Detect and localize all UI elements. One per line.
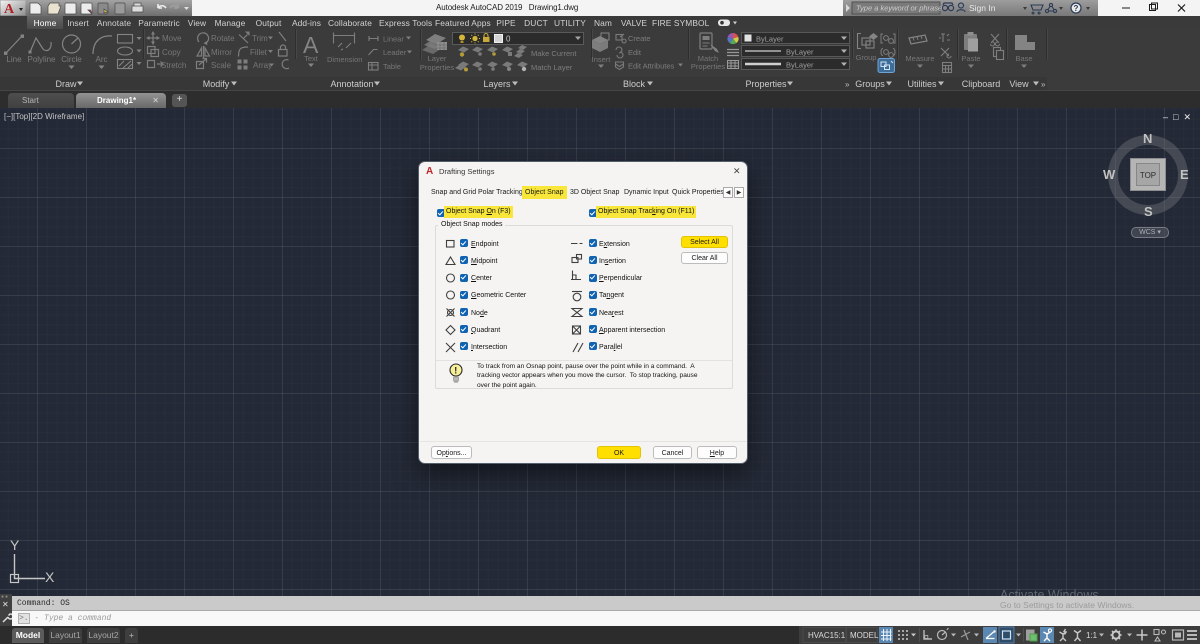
svg-text:Layers: Layers [483, 79, 511, 89]
svg-text:Polyline: Polyline [27, 55, 56, 64]
svg-text:Create: Create [628, 34, 651, 43]
svg-text:Layer: Layer [428, 54, 447, 63]
svg-text:!: ! [454, 366, 457, 376]
svg-text:Properties: Properties [691, 62, 725, 71]
svg-text:Mirror: Mirror [211, 48, 232, 57]
svg-text:Paste: Paste [961, 54, 980, 63]
svg-text:1:1: 1:1 [1086, 631, 1098, 640]
svg-text:Circle: Circle [61, 55, 82, 64]
svg-text:Edit Attributes: Edit Attributes [628, 62, 675, 71]
svg-text:0: 0 [506, 35, 511, 44]
svg-text:Dimension: Dimension [327, 55, 362, 64]
svg-text:Clipboard: Clipboard [962, 79, 1001, 89]
svg-text:Properties: Properties [420, 63, 454, 72]
svg-text:A: A [4, 2, 15, 16]
svg-text:Rotate: Rotate [211, 34, 235, 43]
svg-text:Text: Text [304, 54, 319, 63]
svg-text:Modify: Modify [203, 79, 230, 89]
svg-text:Block: Block [623, 79, 646, 89]
svg-text:Group: Group [856, 53, 877, 62]
svg-text:Properties: Properties [745, 79, 787, 89]
svg-text:Line: Line [6, 55, 22, 64]
svg-text:Move: Move [162, 34, 182, 43]
svg-text:Draw: Draw [55, 79, 77, 89]
svg-text:Make Current: Make Current [531, 49, 577, 58]
svg-text:?: ? [1074, 4, 1079, 13]
svg-text:View: View [1009, 79, 1029, 89]
svg-text:Trim: Trim [252, 34, 268, 43]
svg-text:Measure: Measure [905, 54, 934, 63]
svg-text:X: X [45, 569, 55, 585]
svg-text:Stretch: Stretch [161, 61, 186, 70]
svg-text:Edit: Edit [628, 48, 642, 57]
svg-text:MODEL: MODEL [850, 631, 879, 640]
svg-text:Array: Array [253, 61, 272, 70]
svg-text:»: » [845, 80, 850, 89]
svg-text:ByLayer: ByLayer [786, 48, 814, 57]
svg-text:Y: Y [10, 537, 20, 553]
svg-text:Utilities: Utilities [907, 79, 937, 89]
svg-text:Copy: Copy [162, 48, 181, 57]
svg-text:Leader: Leader [383, 48, 407, 57]
svg-text:Sign In: Sign In [969, 3, 996, 13]
svg-text:Table: Table [383, 62, 401, 71]
svg-text:Base: Base [1015, 54, 1032, 63]
svg-text:Annotation: Annotation [330, 79, 373, 89]
svg-text:Fillet: Fillet [250, 48, 268, 57]
svg-text:Linear: Linear [383, 35, 404, 44]
svg-text:Insert: Insert [592, 55, 612, 64]
svg-text:ByLayer: ByLayer [756, 35, 784, 44]
svg-text:Groups: Groups [855, 79, 885, 89]
svg-text:ByLayer: ByLayer [786, 61, 814, 70]
svg-text:Match Layer: Match Layer [531, 63, 573, 72]
svg-text:»: » [1041, 80, 1046, 89]
svg-text:HVAC15:1: HVAC15:1 [808, 631, 846, 640]
svg-text:Type a keyword or phrase: Type a keyword or phrase [856, 4, 942, 13]
svg-text:Scale: Scale [211, 61, 232, 70]
svg-text:Arc: Arc [96, 55, 108, 64]
